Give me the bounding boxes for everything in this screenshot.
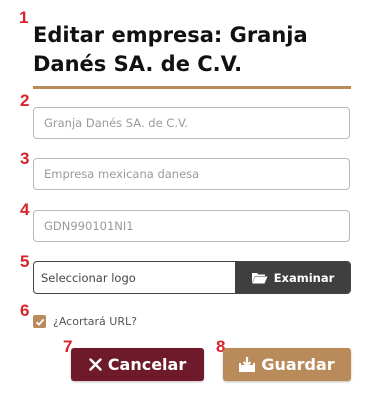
save-button[interactable]: Guardar <box>223 348 351 381</box>
checkmark-icon <box>35 318 44 326</box>
browse-button-label: Examinar <box>273 270 335 285</box>
company-name-field[interactable] <box>33 107 350 139</box>
shorten-url-label: ¿Acortará URL? <box>53 315 137 328</box>
marker-4: 4 <box>20 200 30 219</box>
cancel-button[interactable]: Cancelar <box>71 348 204 381</box>
marker-6: 6 <box>20 301 30 320</box>
marker-2: 2 <box>20 91 30 110</box>
close-icon <box>89 358 102 371</box>
save-button-label: Guardar <box>261 355 335 374</box>
company-rfc-field[interactable] <box>33 210 350 242</box>
shorten-url-checkbox[interactable] <box>33 315 46 328</box>
marker-5: 5 <box>20 252 30 271</box>
browse-button[interactable]: Examinar <box>235 262 350 293</box>
save-download-icon <box>239 357 256 372</box>
edit-company-form: 1 2 3 4 5 6 7 8 Editar empresa: Granja D… <box>0 0 383 412</box>
cancel-button-label: Cancelar <box>107 355 187 374</box>
marker-3: 3 <box>20 149 30 168</box>
folder-open-icon <box>251 273 268 284</box>
page-title-line-2: Danés SA. de C.V. <box>33 52 243 76</box>
logo-file-picker[interactable]: Seleccionar logo Examinar <box>33 261 351 294</box>
shorten-url-option[interactable]: ¿Acortará URL? <box>33 315 137 328</box>
title-divider <box>33 86 351 89</box>
page-title-line-1: Editar empresa: Granja <box>33 23 308 47</box>
marker-1: 1 <box>19 8 29 27</box>
company-description-field[interactable] <box>33 158 350 190</box>
logo-file-placeholder: Seleccionar logo <box>41 270 136 285</box>
page-title: Editar empresa: Granja Danés SA. de C.V. <box>33 21 353 79</box>
